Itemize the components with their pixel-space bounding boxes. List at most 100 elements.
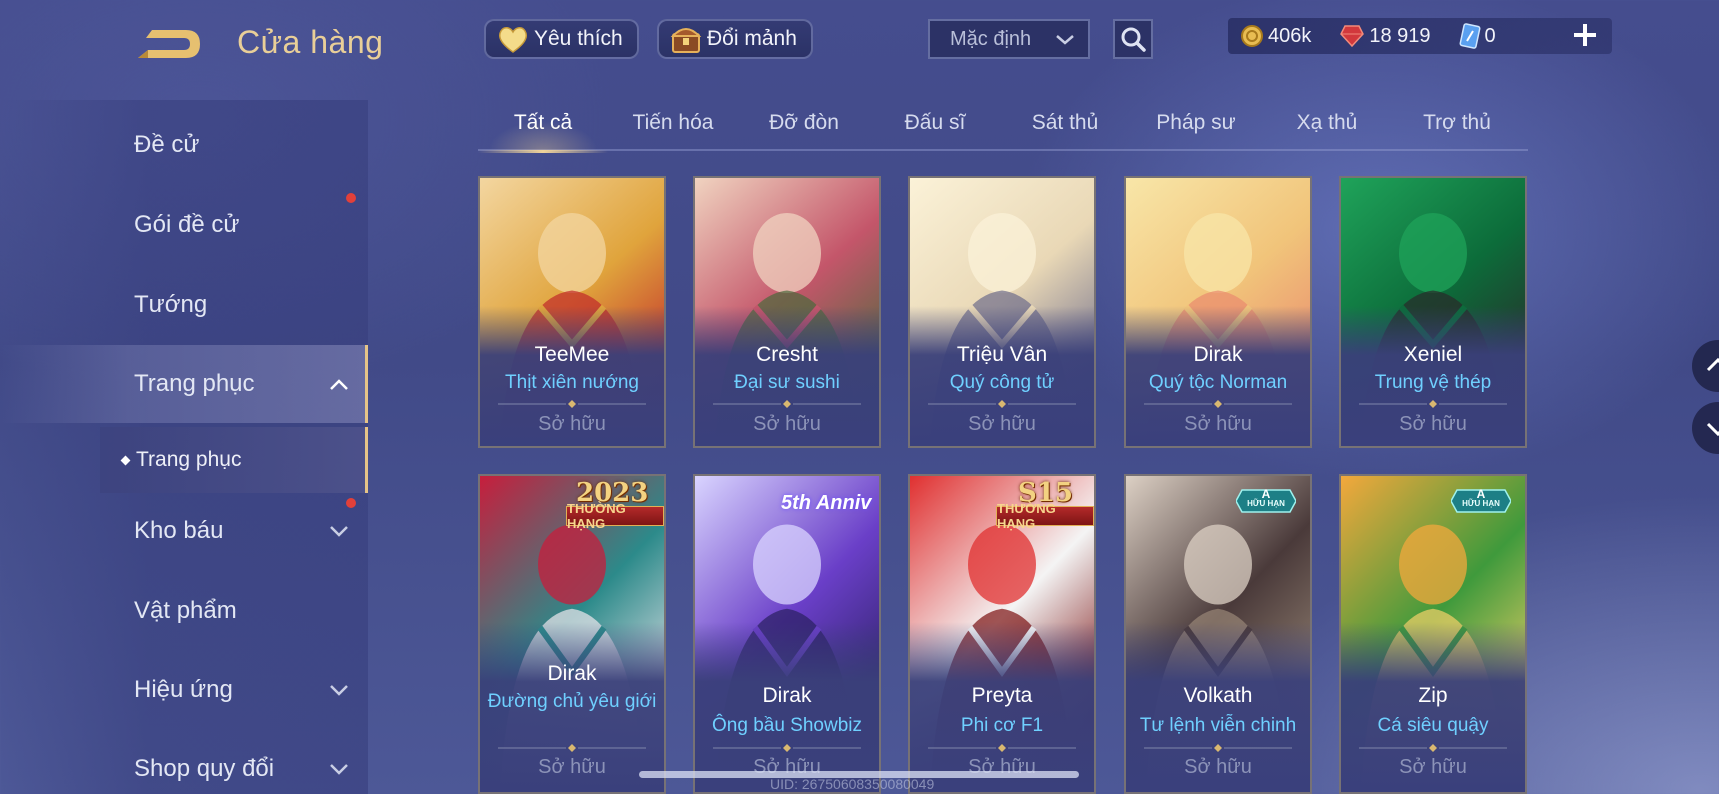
- ownership-status: Sở hữu: [538, 756, 606, 778]
- skin-name: Quý công tử: [949, 372, 1055, 393]
- home-indicator[interactable]: [639, 771, 1079, 778]
- gold-balance: 406k: [1240, 24, 1311, 48]
- page-title: Cửa hàng: [237, 24, 384, 60]
- anniversary-badge: 5th Anniv: [781, 492, 872, 514]
- sidebar-subitem-skins[interactable]: Trang phục: [100, 427, 368, 493]
- notification-dot: [346, 498, 356, 508]
- gem-value: 18 919: [1369, 24, 1431, 47]
- skin-card[interactable]: A HỮU HẠN Zip Cá siêu quậy Sở hữu: [1339, 474, 1527, 794]
- hero-name: TeeMee: [534, 343, 610, 366]
- favorites-button[interactable]: Yêu thích: [484, 19, 639, 59]
- tab-mage[interactable]: Pháp sư: [1131, 105, 1261, 151]
- skin-name: Đường chủ yêu giới: [487, 691, 657, 712]
- sidebar-item-label: Vật phẩm: [134, 597, 237, 624]
- ornament-divider: [928, 400, 1076, 408]
- back-button[interactable]: [134, 24, 206, 64]
- currency-bar: 406k 18 919 0: [1228, 18, 1612, 54]
- sidebar-item-treasure[interactable]: Kho báu: [0, 492, 368, 570]
- skin-name: Tư lệnh viễn chinh: [1139, 715, 1297, 736]
- voucher-icon: [1459, 23, 1481, 49]
- skin-card[interactable]: 2023 THƯỜNG HẠNG Dirak Đường chủ yêu giớ…: [478, 474, 666, 794]
- exchange-fragments-button[interactable]: Đổi mảnh: [657, 19, 813, 59]
- hero-name: Cresht: [756, 343, 818, 366]
- ownership-status: Sở hữu: [1399, 413, 1467, 435]
- skin-card[interactable]: A HỮU HẠN Volkath Tư lệnh viễn chinh Sở …: [1124, 474, 1312, 794]
- red-gem-icon: [1340, 25, 1365, 48]
- skin-card[interactable]: Cresht Đại sư sushi Sở hữu: [693, 176, 881, 448]
- ornament-divider: [1359, 744, 1507, 752]
- voucher-balance: 0: [1459, 23, 1496, 49]
- tab-tank[interactable]: Đỡ đòn: [739, 105, 869, 151]
- sidebar-item-label: Kho báu: [134, 517, 224, 544]
- ornament-divider: [498, 400, 646, 408]
- ownership-status: Sở hữu: [1184, 413, 1252, 435]
- ornament-divider: [1144, 744, 1292, 752]
- search-icon: [1121, 27, 1146, 52]
- scroll-up-button[interactable]: [1692, 340, 1719, 392]
- tab-evolution[interactable]: Tiến hóa: [608, 105, 738, 151]
- sidebar-item-skins[interactable]: Trang phục: [0, 345, 368, 423]
- sidebar-item-label: Tướng: [134, 291, 208, 318]
- hero-name: Volkath: [1183, 684, 1253, 707]
- skin-name: Trung vệ thép: [1374, 372, 1492, 393]
- sidebar-item-label: Trang phục: [134, 370, 255, 397]
- plus-icon: [1574, 24, 1596, 46]
- role-tabs: Tất cả Tiến hóa Đỡ đòn Đấu sĩ Sát thủ Ph…: [478, 105, 1528, 153]
- chevron-down-icon: [1706, 422, 1719, 437]
- tab-marksman[interactable]: Xạ thủ: [1262, 105, 1392, 151]
- sidebar-item-label: Shop quy đổi: [134, 755, 275, 782]
- tab-all[interactable]: Tất cả: [478, 105, 608, 153]
- limited-label: HỮU HẠN: [1247, 499, 1285, 508]
- skin-name: Thịt xiên nướng: [505, 372, 639, 393]
- ownership-status: Sở hữu: [1399, 756, 1467, 778]
- skin-card[interactable]: Triệu Vân Quý công tử Sở hữu: [908, 176, 1096, 448]
- chevron-down-icon: [330, 526, 348, 537]
- skin-name: Quý tộc Norman: [1148, 372, 1288, 393]
- add-currency-button[interactable]: [1570, 20, 1600, 50]
- sidebar-item-featured-bundles[interactable]: Gói đề cử: [0, 186, 368, 264]
- sidebar-item-label: Gói đề cử: [134, 211, 240, 238]
- hero-name: Xeniel: [1403, 343, 1463, 366]
- hero-name: Dirak: [762, 684, 812, 707]
- skin-name: Phi cơ F1: [960, 715, 1044, 736]
- sidebar-item-heroes[interactable]: Tướng: [0, 266, 368, 344]
- tab-assassin[interactable]: Sát thủ: [1000, 105, 1130, 151]
- hero-name: Triệu Vân: [956, 343, 1048, 366]
- user-id: UID: 26750608350080049: [770, 776, 935, 792]
- sidebar-item-exchange-shop[interactable]: Shop quy đổi: [0, 730, 368, 794]
- rank-ribbon: THƯỜNG HẠNG: [566, 501, 664, 531]
- search-button[interactable]: [1113, 19, 1153, 59]
- skin-card[interactable]: TeeMee Thịt xiên nướng Sở hữu: [478, 176, 666, 448]
- hero-name: Zip: [1418, 684, 1448, 707]
- skin-card[interactable]: Dirak Quý tộc Norman Sở hữu: [1124, 176, 1312, 448]
- ownership-status: Sở hữu: [1184, 756, 1252, 778]
- skin-card[interactable]: S15 THƯỜNG HẠNG Preyta Phi cơ F1 Sở hữu: [908, 474, 1096, 794]
- skin-card[interactable]: Xeniel Trung vệ thép Sở hữu: [1339, 176, 1527, 448]
- hero-name: Dirak: [547, 662, 597, 685]
- sort-dropdown[interactable]: Mặc định: [928, 19, 1090, 59]
- hero-name: Preyta: [971, 684, 1033, 707]
- sidebar-item-items[interactable]: Vật phẩm: [0, 572, 368, 650]
- chevron-down-icon: [1056, 35, 1074, 45]
- chevron-up-icon: [330, 379, 348, 390]
- hero-name: Dirak: [1193, 343, 1243, 366]
- chevron-down-icon: [330, 685, 348, 696]
- ornament-divider: [713, 400, 861, 408]
- ownership-status: Sở hữu: [753, 413, 821, 435]
- sidebar-item-effects[interactable]: Hiệu ứng: [0, 651, 368, 729]
- limited-label: HỮU HẠN: [1462, 499, 1500, 508]
- tab-support[interactable]: Trợ thủ: [1392, 105, 1522, 151]
- scroll-down-button[interactable]: [1692, 402, 1719, 454]
- skin-card[interactable]: 5th Anniv Dirak Ông bầu Showbiz Sở hữu: [693, 474, 881, 794]
- ornament-divider: [1144, 400, 1292, 408]
- ornament-divider: [928, 744, 1076, 752]
- chest-icon: [670, 28, 702, 53]
- voucher-value: 0: [1484, 24, 1496, 47]
- ornament-divider: [713, 744, 861, 752]
- sidebar-item-featured[interactable]: Đề cử: [0, 106, 368, 184]
- sidebar-subitem-label: Trang phục: [136, 448, 242, 471]
- back-arrow-icon: [138, 30, 200, 58]
- bullet-icon: [120, 455, 131, 466]
- chevron-up-icon: [1706, 357, 1719, 372]
- tab-fighter[interactable]: Đấu sĩ: [870, 105, 1000, 151]
